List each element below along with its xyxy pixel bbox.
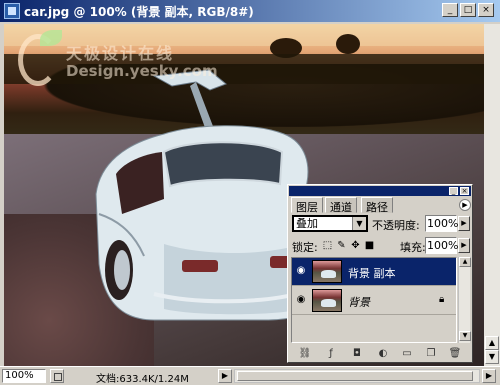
new-group-icon[interactable]: ▭ — [400, 347, 414, 360]
title-bar[interactable]: car.jpg @ 100% (背景 副本, RGB/8#) _ □ × — [0, 0, 500, 22]
fill-slider-button[interactable]: ▶ — [458, 238, 470, 253]
chevron-down-icon[interactable]: ▼ — [352, 217, 366, 230]
opacity-label: 不透明度: — [372, 219, 420, 232]
layer-thumbnail — [312, 260, 342, 283]
scroll-down-arrow-icon[interactable]: ▼ — [485, 350, 499, 364]
lock-icon: 🔒︎ — [439, 294, 445, 305]
watermark-cn-text: 天极设计在线 — [66, 44, 175, 63]
maximize-button[interactable]: □ — [460, 3, 476, 17]
layers-scrollbar[interactable]: ▲ ▼ — [458, 257, 471, 343]
panel-menu-arrow-icon[interactable]: ▶ — [459, 199, 471, 211]
window-title: car.jpg @ 100% (背景 副本, RGB/8#) — [24, 5, 254, 19]
layers-list: ◉ 背景 副本 ◉ 背景 🔒︎ — [291, 257, 457, 343]
status-menu-arrow-icon[interactable]: ▶ — [218, 369, 232, 383]
lock-image-icon[interactable]: ✎ — [336, 240, 347, 251]
opacity-field[interactable]: 100% — [425, 215, 458, 232]
layer-row-background-copy[interactable]: ◉ 背景 副本 — [292, 258, 456, 286]
lock-fill-row: 锁定: ⬚ ✎ ✥ ■ 填充: 100% ▶ — [292, 237, 470, 255]
layers-panel: _ × 图层 通道 路径 ▶ 叠加 ▼ 不透明度: 100% ▶ 锁定: ⬚ ✎… — [287, 184, 473, 363]
fill-field[interactable]: 100% — [425, 237, 458, 254]
adjustment-layer-icon[interactable]: ◐ — [376, 347, 390, 360]
layer-row-background[interactable]: ◉ 背景 🔒︎ — [292, 287, 456, 315]
panel-title-bar[interactable]: _ × — [289, 186, 471, 196]
horizontal-scroll-thumb[interactable] — [237, 371, 473, 381]
panel-minimize-button[interactable]: _ — [449, 187, 458, 195]
trash-icon[interactable]: 🗑︎ — [448, 347, 462, 360]
lock-transparency-icon[interactable]: ⬚ — [322, 240, 333, 251]
tab-channels[interactable]: 通道 — [325, 197, 357, 214]
horizontal-scrollbar[interactable] — [234, 369, 480, 383]
vertical-scrollbar[interactable]: ▲ ▼ — [484, 24, 500, 366]
watermark-en-text: Design.yesky.com — [66, 62, 218, 80]
scroll-up-arrow-icon[interactable]: ▲ — [459, 257, 471, 267]
scroll-right-arrow-icon[interactable]: ▶ — [482, 369, 496, 383]
close-button[interactable]: × — [478, 3, 494, 17]
layer-style-icon[interactable]: ƒ — [324, 347, 338, 360]
new-layer-icon[interactable]: ❐ — [424, 347, 438, 360]
opacity-slider-button[interactable]: ▶ — [458, 216, 470, 231]
document-icon — [4, 3, 20, 19]
layer-thumbnail — [312, 289, 342, 312]
eye-icon[interactable]: ◉ — [294, 293, 308, 307]
blend-mode-select[interactable]: 叠加 ▼ — [292, 215, 368, 232]
status-info-icon[interactable] — [50, 369, 64, 383]
scroll-up-arrow-icon[interactable]: ▲ — [485, 336, 499, 350]
panel-bottom-toolbar: ⛓ ƒ ◘ ◐ ▭ ❐ 🗑︎ — [294, 347, 470, 361]
layer-mask-icon[interactable]: ◘ — [350, 347, 364, 360]
layer-name: 背景 副本 — [348, 267, 396, 280]
zoom-field[interactable]: 100% — [2, 369, 46, 383]
link-icon[interactable]: ⛓ — [298, 347, 312, 360]
minimize-button[interactable]: _ — [442, 3, 458, 17]
panel-tabs: 图层 通道 路径 ▶ — [291, 197, 471, 214]
layer-name: 背景 — [348, 296, 370, 309]
panel-close-button[interactable]: × — [460, 187, 469, 195]
tab-layers[interactable]: 图层 — [291, 197, 323, 214]
blend-mode-value: 叠加 — [296, 217, 318, 230]
lock-all-icon[interactable]: ■ — [364, 240, 375, 251]
status-bar: 100% 文档:633.4K/1.24M ▶ ▶ — [0, 366, 500, 385]
blend-opacity-row: 叠加 ▼ 不透明度: 100% ▶ — [292, 215, 470, 233]
eye-icon[interactable]: ◉ — [294, 264, 308, 278]
document-size-info: 文档:633.4K/1.24M — [96, 374, 189, 385]
photoshop-document-window: car.jpg @ 100% (背景 副本, RGB/8#) _ □ × 天极设… — [0, 0, 500, 385]
lock-position-icon[interactable]: ✥ — [350, 240, 361, 251]
lock-label: 锁定: — [292, 241, 318, 254]
tab-paths[interactable]: 路径 — [361, 197, 393, 214]
watermark-leaf-icon — [40, 30, 62, 46]
fill-label: 填充: — [400, 241, 426, 254]
scroll-down-arrow-icon[interactable]: ▼ — [459, 331, 471, 341]
watermark: 天极设计在线 Design.yesky.com — [14, 30, 224, 94]
